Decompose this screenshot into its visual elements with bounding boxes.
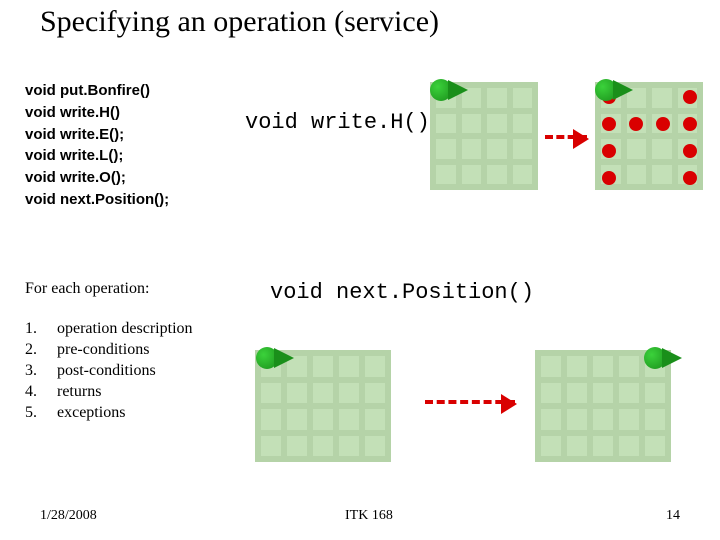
operation-spec-list: 1. operation description 2. pre-conditio… <box>25 320 193 425</box>
list-text: post-conditions <box>57 362 156 379</box>
bonfire-dot-icon <box>683 90 697 104</box>
bonfire-dot-icon <box>602 171 616 185</box>
for-each-heading: For each operation: <box>25 280 149 298</box>
bonfire-dot-icon <box>683 144 697 158</box>
op-line: void write.H() <box>25 102 169 124</box>
list-text: returns <box>57 383 101 400</box>
diagram-label-nextPosition: void next.Position() <box>270 280 534 305</box>
list-number: 4. <box>25 383 53 401</box>
dashed-arrow-icon <box>425 400 515 404</box>
bonfire-dot-icon <box>629 117 643 131</box>
list-number: 1. <box>25 320 53 338</box>
list-item: 5. exceptions <box>25 404 193 422</box>
robot-beak-icon <box>274 348 294 368</box>
bonfire-dot-icon <box>683 117 697 131</box>
list-number: 3. <box>25 362 53 380</box>
diagram-label-writeH: void write.H() <box>245 110 430 135</box>
bonfire-dot-icon <box>656 117 670 131</box>
footer-page-number: 14 <box>666 508 680 524</box>
list-number: 2. <box>25 341 53 359</box>
robot-beak-icon <box>662 348 682 368</box>
bonfire-dot-icon <box>602 144 616 158</box>
list-item: 1. operation description <box>25 320 193 338</box>
dashed-arrow-icon <box>545 135 587 139</box>
operations-block: void put.Bonfire() void write.H() void w… <box>25 80 169 211</box>
list-text: pre-conditions <box>57 341 149 358</box>
op-line: void write.E(); <box>25 124 169 146</box>
footer-date: 1/28/2008 <box>40 508 97 524</box>
list-item: 3. post-conditions <box>25 362 193 380</box>
op-line: void write.O(); <box>25 167 169 189</box>
list-number: 5. <box>25 404 53 422</box>
robot-beak-icon <box>613 80 633 100</box>
op-line: void put.Bonfire() <box>25 80 169 102</box>
footer-course: ITK 168 <box>345 508 393 524</box>
slide-title: Specifying an operation (service) <box>40 5 439 39</box>
list-text: exceptions <box>57 404 125 421</box>
bonfire-dot-icon <box>602 117 616 131</box>
list-text: operation description <box>57 320 193 337</box>
list-item: 2. pre-conditions <box>25 341 193 359</box>
op-line: void write.L(); <box>25 145 169 167</box>
op-line: void next.Position(); <box>25 189 169 211</box>
bonfire-dot-icon <box>683 171 697 185</box>
robot-beak-icon <box>448 80 468 100</box>
list-item: 4. returns <box>25 383 193 401</box>
